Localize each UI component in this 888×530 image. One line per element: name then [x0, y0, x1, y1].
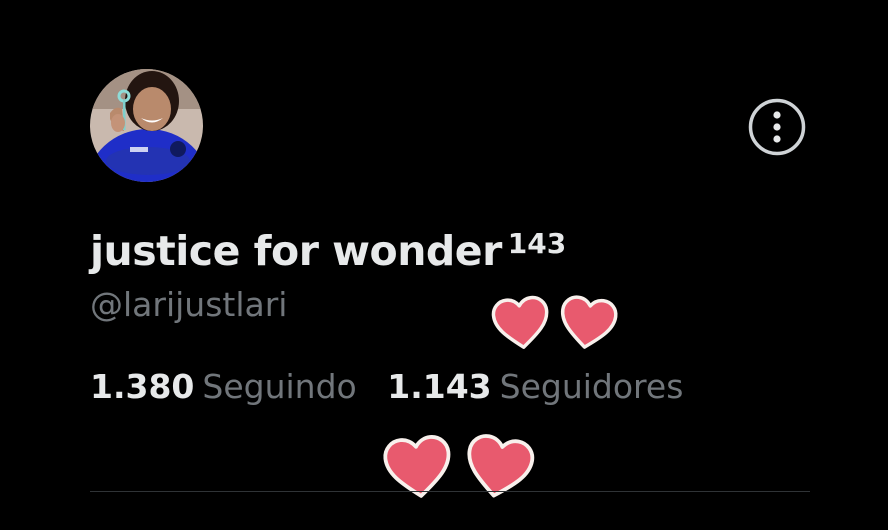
followers-link[interactable]: 1.143 Seguidores	[387, 364, 683, 410]
display-name-suffix: 143	[507, 227, 567, 260]
following-count: 1.380	[90, 367, 195, 406]
avatar-image	[90, 69, 203, 182]
following-label: Seguindo	[202, 367, 357, 406]
following-link[interactable]: 1.380 Seguindo	[90, 364, 357, 410]
followers-label: Seguidores	[499, 367, 684, 406]
profile-handle: @larijustlari	[90, 285, 288, 324]
more-options-button[interactable]	[748, 98, 806, 156]
profile-avatar[interactable]	[90, 69, 203, 182]
section-divider	[90, 491, 810, 492]
heart-icon	[461, 428, 537, 504]
heart-icon	[556, 290, 620, 354]
followers-count: 1.143	[387, 367, 492, 406]
display-name-row: justice for wonder 143	[90, 226, 566, 276]
heart-icon	[489, 290, 553, 354]
more-options-icon	[748, 98, 806, 156]
heart-icon	[380, 428, 456, 504]
profile-stats: 1.380 Seguindo 1.143 Seguidores	[90, 364, 683, 410]
display-name: justice for wonder	[90, 227, 502, 275]
